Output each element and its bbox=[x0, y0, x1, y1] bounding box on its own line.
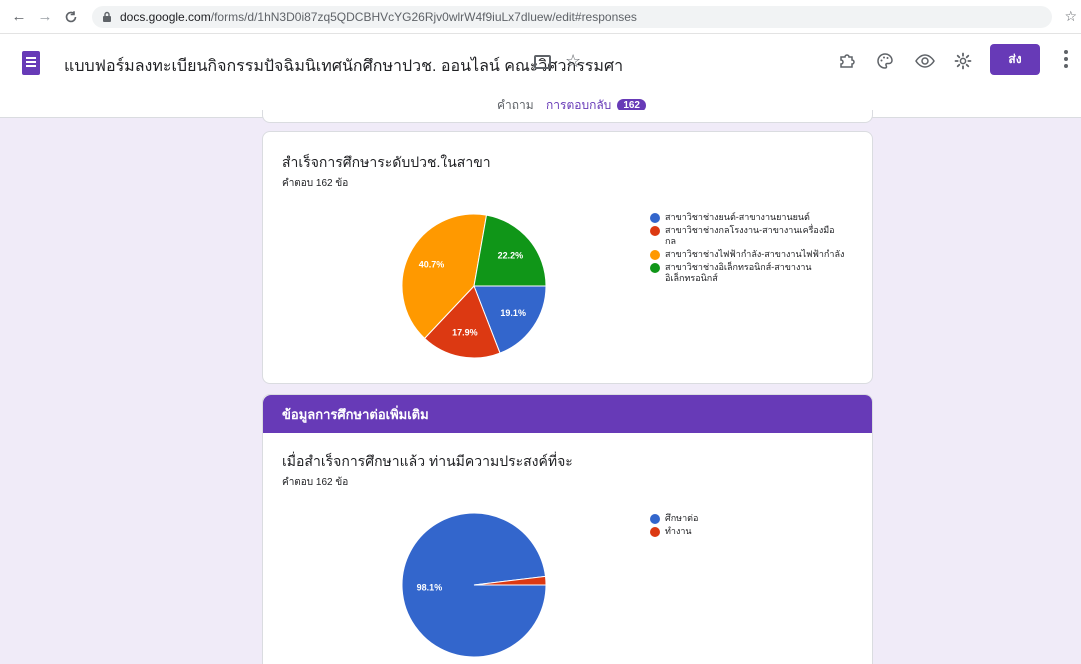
legend-item: ทำงาน bbox=[650, 526, 698, 537]
chart-legend: ศึกษาต่อทำงาน bbox=[650, 513, 698, 539]
legend-label: ทำงาน bbox=[665, 526, 692, 536]
section-header: ข้อมูลการศึกษาต่อเพิ่มเติม bbox=[263, 395, 872, 433]
bookmark-star-icon[interactable]: ☆ bbox=[1064, 8, 1077, 25]
legend-item: ศึกษาต่อ bbox=[650, 513, 698, 524]
question-summary-card: สำเร็จการศึกษาระดับปวช.ในสาขา คำตอบ 162 … bbox=[262, 131, 873, 384]
legend-item: สาขาวิชาช่างยนต์-สาขางานยานยนต์ bbox=[650, 212, 845, 223]
section-card: ข้อมูลการศึกษาต่อเพิ่มเติม เมื่อสำเร็จกา… bbox=[262, 394, 873, 664]
address-bar[interactable]: docs.google.com/forms/d/1hN3D0i87zq5QDCB… bbox=[92, 6, 1052, 28]
response-count: คำตอบ 162 ข้อ bbox=[282, 477, 349, 488]
browser-toolbar: ← → docs.google.com/forms/d/1hN3D0i87zq5… bbox=[0, 0, 1081, 34]
send-button[interactable]: ส่ง bbox=[990, 44, 1040, 75]
pie-chart: 19.1% 17.9% 40.7% 22.2% bbox=[401, 213, 547, 359]
legend-label: สาขาวิชาช่างอิเล็กทรอนิกส์-สาขางานอิเล็ก… bbox=[665, 262, 812, 283]
star-icon[interactable]: ☆ bbox=[565, 51, 581, 72]
slice-value-label: 17.9% bbox=[452, 328, 478, 338]
forward-arrow-icon[interactable]: → bbox=[34, 6, 56, 28]
legend-swatch bbox=[650, 514, 660, 524]
slice-value-label: 40.7% bbox=[419, 260, 445, 270]
slice-value-label: 19.1% bbox=[500, 308, 526, 318]
slice-value-label: 98.1% bbox=[417, 583, 443, 593]
reload-icon[interactable] bbox=[60, 6, 82, 28]
legend-swatch bbox=[650, 250, 660, 260]
legend-label: สาขาวิชาช่างไฟฟ้ากำลัง-สาขางานไฟฟ้ากำลัง bbox=[665, 249, 845, 259]
previous-question-card bbox=[262, 110, 873, 123]
lock-icon bbox=[100, 11, 114, 23]
legend-item: สาขาวิชาช่างกลโรงงาน-สาขางานเครื่องมือกล bbox=[650, 225, 845, 247]
settings-gear-icon[interactable] bbox=[952, 50, 974, 72]
addon-puzzle-icon[interactable] bbox=[836, 50, 858, 72]
folder-icon[interactable] bbox=[534, 55, 551, 69]
legend-swatch bbox=[650, 527, 660, 537]
question-title: เมื่อสำเร็จการศึกษาแล้ว ท่านมีความประสงค… bbox=[282, 453, 573, 469]
legend-label: สาขาวิชาช่างยนต์-สาขางานยานยนต์ bbox=[665, 212, 810, 222]
pie-chart: 98.1% bbox=[401, 512, 547, 658]
question-title: สำเร็จการศึกษาระดับปวช.ในสาขา bbox=[282, 154, 491, 170]
forms-header: แบบฟอร์มลงทะเบียนกิจกรรมปัจฉิมนิเทศนักศึ… bbox=[0, 34, 1081, 118]
back-arrow-icon[interactable]: ← bbox=[8, 6, 30, 28]
legend-label: ศึกษาต่อ bbox=[665, 513, 699, 523]
forms-logo-icon[interactable] bbox=[22, 51, 40, 75]
legend-swatch bbox=[650, 263, 660, 273]
palette-icon[interactable] bbox=[874, 50, 896, 72]
url-domain: docs.google.com bbox=[120, 10, 211, 24]
response-count: คำตอบ 162 ข้อ bbox=[282, 178, 349, 189]
legend-item: สาขาวิชาช่างอิเล็กทรอนิกส์-สาขางานอิเล็ก… bbox=[650, 262, 845, 284]
more-vert-icon[interactable] bbox=[1058, 48, 1074, 70]
preview-eye-icon[interactable] bbox=[914, 50, 936, 72]
url-path: /forms/d/1hN3D0i87zq5QDCBHVcYG26Rjv0wlrW… bbox=[210, 10, 637, 24]
legend-swatch bbox=[650, 226, 660, 236]
chart-legend: สาขาวิชาช่างยนต์-สาขางานยานยนต์สาขาวิชาช… bbox=[650, 212, 845, 286]
legend-label: สาขาวิชาช่างกลโรงงาน-สาขางานเครื่องมือกล bbox=[665, 225, 835, 246]
legend-swatch bbox=[650, 213, 660, 223]
slice-value-label: 22.2% bbox=[498, 250, 524, 260]
legend-item: สาขาวิชาช่างไฟฟ้ากำลัง-สาขางานไฟฟ้ากำลัง bbox=[650, 249, 845, 260]
